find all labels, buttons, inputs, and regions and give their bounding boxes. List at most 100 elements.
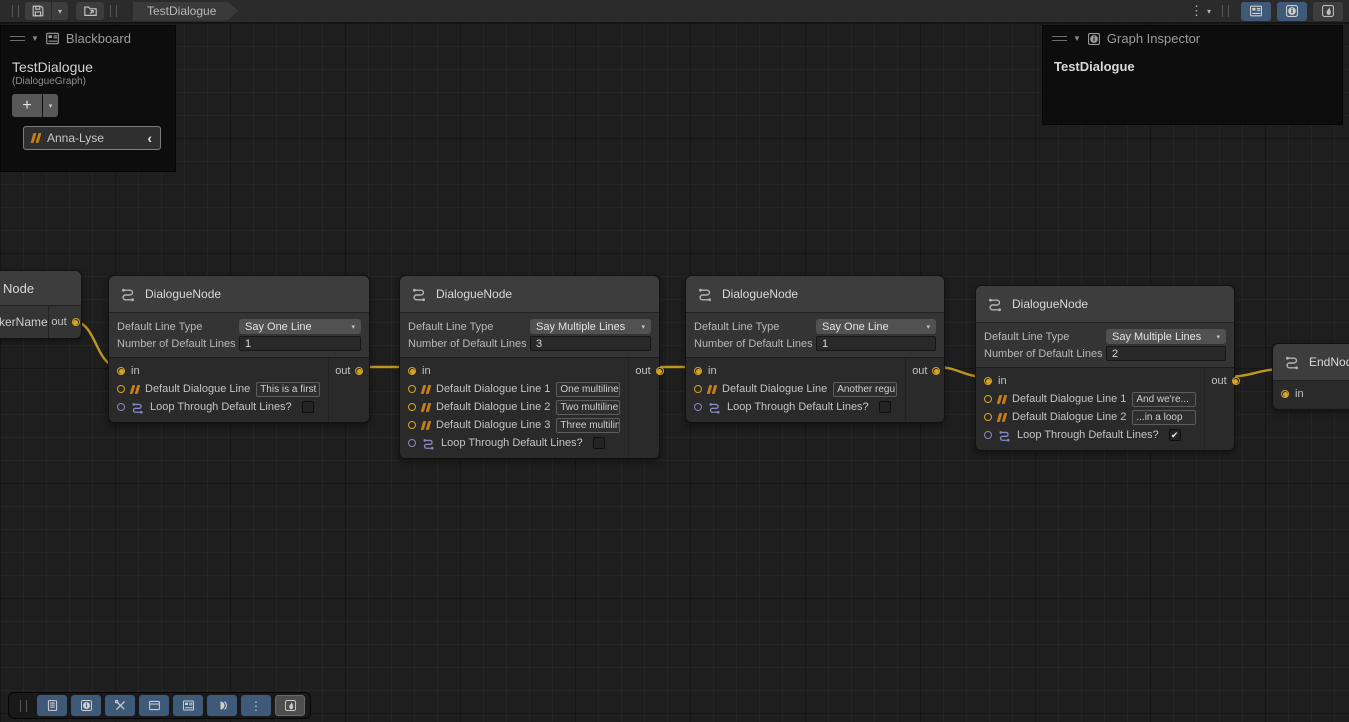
- in-port-label: in: [998, 375, 1007, 387]
- blackboard-icon: [182, 699, 195, 712]
- line-type-dropdown[interactable]: Say Multiple Lines▾: [1106, 329, 1226, 344]
- in-port[interactable]: [117, 367, 125, 375]
- loop-port[interactable]: [408, 439, 416, 447]
- node-title-bar[interactable]: DialogueNode: [109, 276, 369, 312]
- node-title-bar[interactable]: DialogueNode: [400, 276, 659, 312]
- input-ports: in Default Dialogue Line This is a first…: [109, 358, 328, 422]
- blackboard-panel[interactable]: ▼ Blackboard TestDialogue (DialogueGraph…: [0, 25, 176, 172]
- in-port[interactable]: [408, 367, 416, 375]
- dialogue-line-field[interactable]: One multiline: [556, 382, 620, 397]
- loop-checkbox[interactable]: ✔: [1169, 429, 1181, 441]
- panel-title: Blackboard: [66, 31, 131, 46]
- in-port[interactable]: [1281, 390, 1289, 398]
- dialogue-line-field[interactable]: Two multiline: [556, 400, 620, 415]
- dialogue-line-field[interactable]: ...in a loop: [1132, 410, 1196, 425]
- line-type-dropdown[interactable]: Say One Line▾: [239, 319, 361, 334]
- node-icon: [697, 286, 713, 302]
- blackboard-field-anna-lyse[interactable]: Anna-Lyse ‹: [23, 126, 161, 150]
- spark-button[interactable]: [275, 695, 305, 716]
- add-property-dropdown-button[interactable]: ▾: [43, 94, 58, 117]
- toolbar-drag-handle[interactable]: [12, 5, 19, 17]
- num-lines-field[interactable]: 2: [1106, 346, 1226, 361]
- loop-port[interactable]: [117, 403, 125, 411]
- loop-port[interactable]: [984, 431, 992, 439]
- line-type-label: Default Line Type: [694, 321, 812, 333]
- dialogue-line-label: Default Dialogue Line 3: [436, 419, 550, 431]
- num-lines-field[interactable]: 1: [816, 336, 936, 351]
- quote-icon: [32, 133, 40, 143]
- blackboard-toggle-button[interactable]: [1241, 2, 1271, 21]
- dialogue-line-port[interactable]: [408, 403, 416, 411]
- num-lines-label: Number of Default Lines: [984, 348, 1102, 360]
- out-port[interactable]: [656, 367, 664, 375]
- toolbar-drag-handle[interactable]: [20, 700, 27, 712]
- dialogue-line-field[interactable]: Another regu: [833, 382, 897, 397]
- num-lines-field[interactable]: 3: [530, 336, 651, 351]
- blackboard-header[interactable]: ▼ Blackboard: [1, 26, 175, 51]
- clipped-speaker-node[interactable]: Node kerName out: [0, 270, 82, 339]
- dialogue-node[interactable]: DialogueNode Default Line Type Say Multi…: [975, 285, 1235, 451]
- node-title-bar[interactable]: DialogueNode: [686, 276, 944, 312]
- dialogue-line-field[interactable]: This is a first: [256, 382, 320, 397]
- graph-inspector-header[interactable]: ▼ Graph Inspector: [1043, 26, 1342, 51]
- overflow-menu-button[interactable]: ⋮ ▾: [1185, 2, 1216, 20]
- content-list-button[interactable]: [37, 695, 67, 716]
- preview-icon: [216, 699, 229, 712]
- dialogue-line-port[interactable]: [984, 413, 992, 421]
- node-title-bar[interactable]: DialogueNode: [976, 286, 1234, 322]
- panel-drag-handle-icon[interactable]: [10, 36, 25, 41]
- blackboard-button[interactable]: [173, 695, 203, 716]
- toolbar-drag-handle[interactable]: [110, 5, 117, 17]
- line-type-value: Say One Line: [245, 321, 312, 333]
- dialogue-line-field[interactable]: And we're...: [1132, 392, 1196, 407]
- tab-testdialogue[interactable]: TestDialogue: [133, 2, 238, 21]
- dialogue-line-port[interactable]: [984, 395, 992, 403]
- tools-button[interactable]: [105, 695, 135, 716]
- dialogue-line-port[interactable]: [117, 385, 125, 393]
- inspector-info-button[interactable]: [71, 695, 101, 716]
- window-panel-button[interactable]: [139, 695, 169, 716]
- in-port[interactable]: [694, 367, 702, 375]
- collapse-arrow-icon[interactable]: ▼: [1073, 34, 1081, 43]
- dialogue-node[interactable]: DialogueNode Default Line Type Say One L…: [108, 275, 370, 423]
- panel-drag-handle-icon[interactable]: [1052, 36, 1067, 41]
- open-asset-button[interactable]: [76, 2, 104, 20]
- line-type-dropdown[interactable]: Say One Line▾: [816, 319, 936, 334]
- end-node[interactable]: EndNode in: [1272, 343, 1349, 410]
- loop-checkbox[interactable]: [302, 401, 314, 413]
- loop-port[interactable]: [694, 403, 702, 411]
- out-port[interactable]: [1232, 377, 1240, 385]
- inspector-toggle-button[interactable]: [1277, 2, 1307, 21]
- node-title-bar[interactable]: EndNode: [1273, 344, 1349, 380]
- dialogue-line-port[interactable]: [694, 385, 702, 393]
- loop-checkbox[interactable]: [879, 401, 891, 413]
- out-port[interactable]: [355, 367, 363, 375]
- dialogue-line-port[interactable]: [408, 385, 416, 393]
- num-lines-field[interactable]: 1: [239, 336, 361, 351]
- graph-canvas[interactable]: Node kerName out DialogueNode Default Li…: [0, 23, 1349, 722]
- add-property-button[interactable]: +: [12, 94, 42, 117]
- save-button[interactable]: [25, 2, 51, 20]
- save-dropdown-button[interactable]: ▾: [52, 2, 68, 20]
- graph-inspector-panel[interactable]: ▼ Graph Inspector TestDialogue: [1042, 25, 1343, 125]
- dialogue-line-port[interactable]: [408, 421, 416, 429]
- spark-toggle-button[interactable]: [1313, 2, 1343, 21]
- out-port[interactable]: [932, 367, 940, 375]
- inspected-object-name: TestDialogue: [1043, 51, 1342, 82]
- quote-icon: [422, 385, 430, 394]
- preview-button[interactable]: [207, 695, 237, 716]
- more-options-button[interactable]: ⋮: [241, 695, 271, 716]
- spark-icon: [1321, 4, 1335, 18]
- in-port[interactable]: [984, 377, 992, 385]
- collapse-chevron-icon[interactable]: ‹: [147, 130, 152, 146]
- loop-checkbox[interactable]: [593, 437, 605, 449]
- node-title-bar[interactable]: Node: [0, 271, 81, 305]
- collapse-arrow-icon[interactable]: ▼: [31, 34, 39, 43]
- dialogue-line-field[interactable]: Three multilin: [556, 418, 620, 433]
- toolbar-drag-handle[interactable]: [1222, 5, 1229, 17]
- dialogue-node[interactable]: DialogueNode Default Line Type Say One L…: [685, 275, 945, 423]
- out-port[interactable]: [72, 318, 80, 326]
- output-ports: out: [905, 358, 946, 422]
- dialogue-node[interactable]: DialogueNode Default Line Type Say Multi…: [399, 275, 660, 459]
- line-type-dropdown[interactable]: Say Multiple Lines▾: [530, 319, 651, 334]
